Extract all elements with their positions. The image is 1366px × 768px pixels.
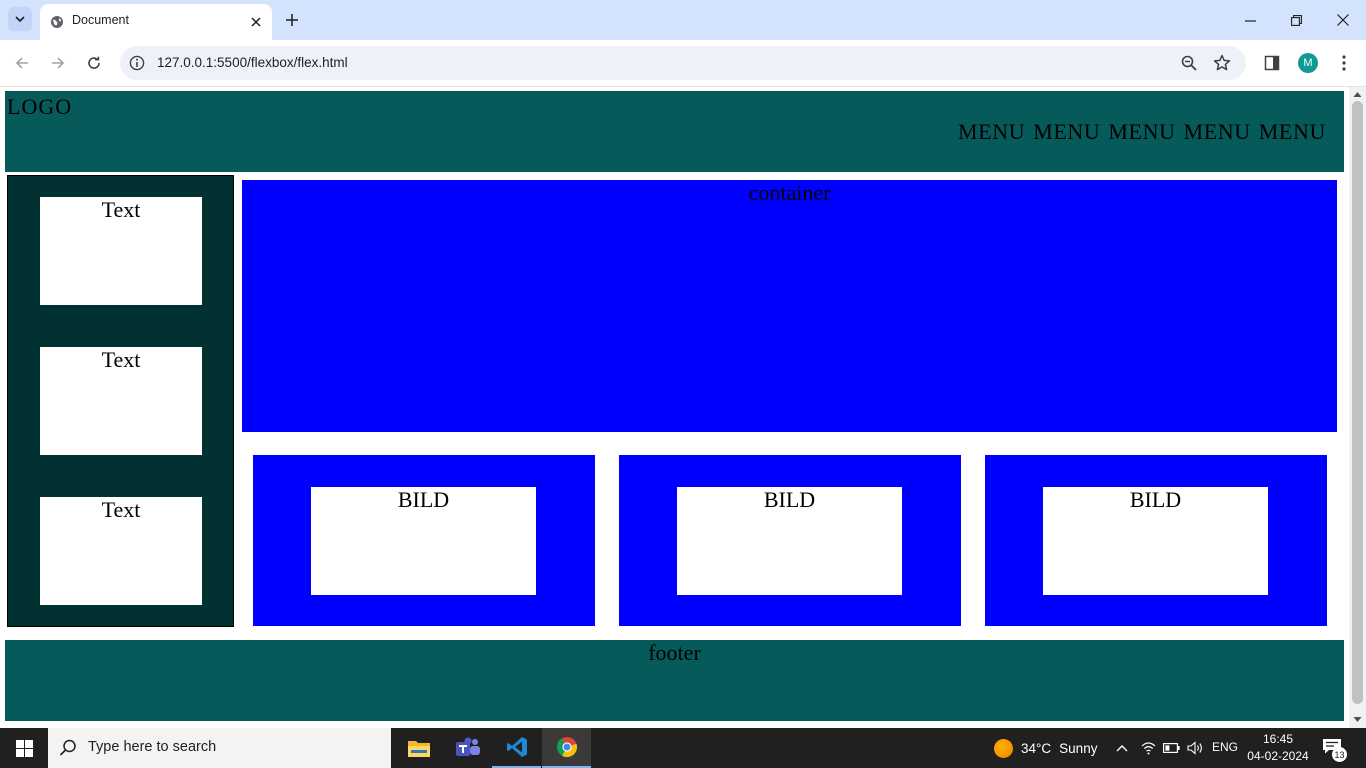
side-panel-icon	[1264, 55, 1280, 71]
main-container: container	[242, 180, 1337, 432]
taskbar-app-file-explorer[interactable]	[394, 728, 443, 768]
taskbar-app-teams[interactable]	[443, 728, 492, 768]
clock-time: 16:45	[1262, 732, 1294, 746]
network-icon	[1141, 742, 1155, 755]
clock-date: 04-02-2024	[1247, 749, 1309, 763]
teams-icon	[455, 737, 480, 756]
menu-item[interactable]: MENU	[1033, 119, 1100, 145]
sidebar: Text Text Text	[7, 175, 234, 627]
windows-icon	[15, 739, 33, 757]
chrome-icon	[556, 737, 577, 758]
address-bar[interactable]: 127.0.0.1:5500/flexbox/flex.html	[120, 46, 1246, 80]
volume-icon	[1186, 741, 1202, 755]
image-placeholder: BILD	[1043, 487, 1268, 595]
close-icon	[1337, 14, 1349, 26]
image-card: BILD	[253, 455, 595, 626]
main-menu: MENU MENU MENU MENU MENU	[958, 119, 1344, 145]
scroll-up-icon[interactable]	[1353, 90, 1362, 99]
tab-title: Document	[72, 13, 129, 27]
image-placeholder: BILD	[311, 487, 536, 595]
forward-button[interactable]	[44, 49, 72, 77]
globe-icon	[51, 16, 63, 28]
vertical-scrollbar[interactable]	[1349, 87, 1366, 728]
minimize-icon	[1244, 19, 1256, 22]
image-card: BILD	[619, 455, 961, 626]
sidebar-text-box: Text	[40, 347, 202, 455]
profile-avatar[interactable]: M	[1298, 53, 1318, 73]
back-button[interactable]	[8, 49, 36, 77]
clock[interactable]: 16:45 04-02-2024	[1247, 731, 1309, 765]
taskbar-search[interactable]: Type here to search	[48, 728, 391, 768]
network-button[interactable]	[1140, 739, 1156, 757]
image-placeholder: BILD	[677, 487, 902, 595]
weather-condition: Sunny	[1059, 740, 1098, 756]
star-icon	[1213, 54, 1231, 71]
taskbar-app-vscode[interactable]	[492, 728, 541, 768]
restore-button[interactable]	[1273, 6, 1319, 34]
taskbar-app-chrome[interactable]	[542, 728, 591, 768]
more-vertical-icon	[1342, 55, 1346, 71]
vscode-icon	[506, 737, 527, 757]
weather-temperature: 34°C	[1021, 740, 1052, 756]
page-header: LOGO MENU MENU MENU MENU MENU	[5, 91, 1344, 172]
taskbar: Type here to search 34°C Sunny ENG 16:45…	[0, 728, 1366, 768]
notifications-button[interactable]: 13	[1322, 738, 1347, 762]
image-card: BILD	[985, 455, 1327, 626]
menu-item[interactable]: MENU	[958, 119, 1025, 145]
file-explorer-icon	[407, 741, 430, 757]
arrow-left-icon	[15, 57, 28, 69]
tab-strip: Document	[0, 0, 1366, 40]
zoom-out-icon	[1181, 55, 1197, 71]
battery-button[interactable]	[1162, 739, 1180, 757]
sun-icon	[994, 738, 1013, 758]
browser-menu-button[interactable]	[1330, 49, 1358, 77]
chevron-up-icon	[1116, 745, 1128, 752]
volume-button[interactable]	[1186, 739, 1204, 757]
menu-item[interactable]: MENU	[1184, 119, 1251, 145]
page-viewport: LOGO MENU MENU MENU MENU MENU Text Text …	[0, 87, 1349, 728]
show-hidden-icons-button[interactable]	[1114, 739, 1130, 757]
chevron-down-icon	[15, 16, 25, 23]
info-icon	[129, 55, 145, 71]
url-text[interactable]: 127.0.0.1:5500/flexbox/flex.html	[157, 55, 348, 70]
scroll-down-icon[interactable]	[1353, 715, 1362, 724]
close-icon	[251, 17, 261, 27]
zoom-button[interactable]	[1178, 52, 1200, 74]
browser-tab[interactable]: Document	[40, 4, 272, 40]
minimize-button[interactable]	[1227, 6, 1273, 34]
plus-icon	[286, 14, 298, 26]
input-language[interactable]: ENG	[1212, 740, 1238, 754]
side-panel-button[interactable]	[1258, 49, 1286, 77]
logo: LOGO	[7, 94, 73, 119]
arrow-right-icon	[52, 57, 65, 69]
browser-toolbar: 127.0.0.1:5500/flexbox/flex.html M	[0, 40, 1366, 87]
new-tab-button[interactable]	[282, 10, 302, 30]
start-button[interactable]	[0, 728, 48, 768]
tab-search-button[interactable]	[8, 7, 32, 31]
notification-count-badge: 13	[1332, 747, 1347, 762]
battery-icon	[1162, 743, 1180, 753]
reload-button[interactable]	[80, 49, 108, 77]
reload-icon	[88, 56, 100, 69]
page-footer: footer	[5, 640, 1344, 721]
sidebar-text-box: Text	[40, 497, 202, 605]
menu-item[interactable]: MENU	[1108, 119, 1175, 145]
restore-icon	[1290, 14, 1302, 26]
site-info-button[interactable]	[128, 54, 146, 72]
bookmark-button[interactable]	[1211, 52, 1233, 74]
tab-close-button[interactable]	[246, 12, 266, 32]
scrollbar-thumb[interactable]	[1352, 101, 1363, 704]
search-placeholder: Type here to search	[88, 739, 217, 755]
weather-widget[interactable]: 34°C Sunny	[994, 738, 1097, 758]
search-icon	[59, 739, 76, 756]
menu-item[interactable]: MENU	[1259, 119, 1326, 145]
sidebar-text-box: Text	[40, 197, 202, 305]
close-window-button[interactable]	[1320, 6, 1366, 34]
